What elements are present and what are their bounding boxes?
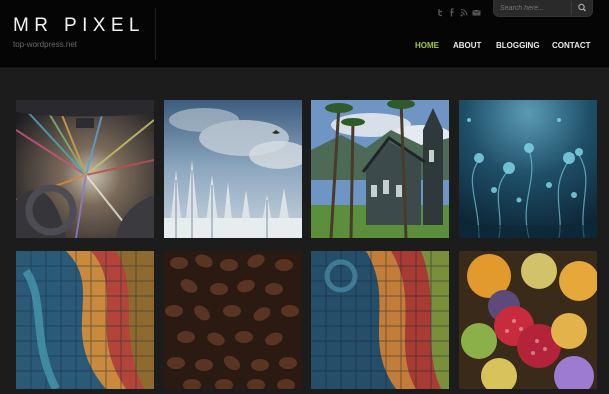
gallery-tile-mosaic-2[interactable] xyxy=(311,251,449,389)
search-icon xyxy=(578,3,586,12)
facebook-icon[interactable] xyxy=(448,4,456,17)
email-icon[interactable] xyxy=(472,4,481,16)
nav-contact[interactable]: CONTACT xyxy=(552,41,591,50)
search-box xyxy=(493,0,593,17)
rss-icon[interactable] xyxy=(460,4,468,17)
site-header: MR PIXEL top-wordpress.net HOME ABOUT BL… xyxy=(0,0,609,68)
gallery-tile-church-palms[interactable] xyxy=(311,100,449,238)
nav-about[interactable]: ABOUT xyxy=(453,41,481,50)
site-title[interactable]: MR PIXEL xyxy=(13,15,145,37)
twitter-icon[interactable] xyxy=(436,4,444,17)
search-button[interactable] xyxy=(571,1,591,15)
gallery-tile-mosaic[interactable] xyxy=(16,251,154,389)
gallery-tile-blue-floral[interactable] xyxy=(459,100,597,238)
nav-blogging[interactable]: BLOGGING xyxy=(496,41,540,50)
gallery-tile-car-light-trails[interactable] xyxy=(16,100,154,238)
search-input[interactable] xyxy=(500,3,570,14)
nav-home[interactable]: HOME xyxy=(415,41,439,50)
main-nav: HOME ABOUT BLOGGING CONTACT xyxy=(0,41,609,53)
gallery-tile-fruit[interactable] xyxy=(459,251,597,389)
gallery-tile-coffee-beans[interactable] xyxy=(164,251,302,389)
social-links xyxy=(436,4,481,17)
gallery-tile-snowy-forest[interactable] xyxy=(164,100,302,238)
